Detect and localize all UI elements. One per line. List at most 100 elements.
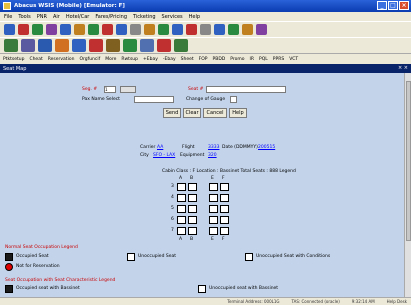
nav-sheet[interactable]: Sheet [181,57,194,62]
hotel-room-icon[interactable] [21,39,35,52]
column-footer-e: E [211,237,214,242]
carrier-value[interactable]: AA [157,145,163,150]
seat-6b[interactable] [188,216,197,224]
menu-air[interactable]: Air [53,14,60,20]
car-rental-icon[interactable] [89,39,103,52]
city-value[interactable]: SFO - LAX [153,153,175,158]
hotel-icon[interactable] [116,24,127,35]
menu-file[interactable]: File [4,14,12,20]
seat-6f[interactable] [220,216,229,224]
seat-3f[interactable] [220,183,229,191]
currency-icon[interactable] [158,24,169,35]
seat-3e[interactable] [209,183,218,191]
occupied-bassinet-icon [5,285,13,293]
clear-button[interactable]: Clear [183,108,201,118]
seat-7b[interactable] [188,227,197,235]
nav-reservation[interactable]: Reservation [48,57,75,62]
scrollbar-thumb[interactable] [406,81,411,241]
nav-cheat[interactable]: Cheat [29,57,42,62]
flag-icon[interactable] [242,24,253,35]
seat-4a[interactable] [177,194,186,202]
flight-value[interactable]: 3333 [208,145,219,150]
nav-ir[interactable]: IR [250,57,254,62]
nav-minus-ebay[interactable]: -Ebay [163,57,176,62]
pax-select[interactable] [134,96,174,103]
menu-hotel-car[interactable]: Hotel/Car [66,14,90,20]
nav-promo[interactable]: Promo [230,57,244,62]
nav-fop[interactable]: FOP [199,57,208,62]
unoccupied-seat-icon [127,253,135,261]
mail-icon[interactable] [200,24,211,35]
car-icon[interactable] [88,24,99,35]
status-help[interactable]: Help Desk [387,299,407,304]
seat-5a[interactable] [177,205,186,213]
flight-label: Flight [182,145,195,150]
nav-vct[interactable]: VCT [289,57,298,62]
search-icon[interactable] [74,24,85,35]
seg-input-extra[interactable] [120,86,136,93]
vertical-scrollbar[interactable] [404,73,411,297]
seat-input[interactable] [206,86,286,93]
menu-ticketing[interactable]: Ticketing [133,14,156,20]
seat-7e[interactable] [209,227,218,235]
cruise-icon[interactable] [140,39,154,52]
map-icon[interactable] [174,39,188,52]
nav-pprs[interactable]: PPRS [273,57,284,62]
panel-close-icon[interactable]: × × [398,65,408,71]
seg-input[interactable]: 1 [104,86,116,93]
nav-plus-ebay[interactable]: +Ebay [143,57,158,62]
chart-icon[interactable] [228,24,239,35]
help-button[interactable]: Help [229,108,247,118]
seat-4b[interactable] [188,194,197,202]
seat-6e[interactable] [209,216,218,224]
plane-icon[interactable] [102,24,113,35]
tool-icon[interactable] [46,24,57,35]
info-icon[interactable] [172,24,183,35]
nav-rwtsup[interactable]: Rwtsup [121,57,138,62]
luggage-icon[interactable] [55,39,69,52]
seat-5f[interactable] [220,205,229,213]
date-value[interactable]: 200515 [258,145,275,150]
settings-icon[interactable] [130,24,141,35]
key-icon[interactable] [256,24,267,35]
people-icon[interactable] [214,24,225,35]
menu-pnr[interactable]: PNR [37,14,47,20]
seat-7f[interactable] [220,227,229,235]
ticket-icon[interactable] [18,24,29,35]
cancel-button[interactable]: Cancel [203,108,227,118]
send-button[interactable]: Send [163,108,181,118]
calendar-icon[interactable] [186,24,197,35]
equipment-value[interactable]: 320 [208,153,217,158]
briefcase-icon[interactable] [106,39,120,52]
close-button[interactable]: × [399,1,409,10]
building-icon[interactable] [4,39,18,52]
seat-4e[interactable] [209,194,218,202]
nav-orgfuncif[interactable]: Orgfuncif [79,57,100,62]
maximize-button[interactable]: □ [388,1,398,10]
alert-icon[interactable] [157,39,171,52]
seat-7a[interactable] [177,227,186,235]
seat-3a[interactable] [177,183,186,191]
refresh-icon[interactable] [32,24,43,35]
nav-ptktsetup[interactable]: Ptktsetup [3,57,24,62]
menu-tools[interactable]: Tools [18,14,30,20]
gauge-checkbox[interactable] [230,96,237,103]
minimize-button[interactable]: _ [377,1,387,10]
menu-services[interactable]: Services [162,14,183,20]
menu-fares-pricing[interactable]: Fares/Pricing [95,14,127,20]
seat-6a[interactable] [177,216,186,224]
nav-more[interactable]: More [105,57,116,62]
seat-5b[interactable] [188,205,197,213]
nav-pql[interactable]: PQL [259,57,268,62]
nav-pbdd[interactable]: PBDD [213,57,226,62]
seat-4f[interactable] [220,194,229,202]
print-icon[interactable] [4,24,15,35]
airplane-icon[interactable] [38,39,52,52]
document-icon[interactable] [60,24,71,35]
globe-icon[interactable] [144,24,155,35]
seat-5e[interactable] [209,205,218,213]
passenger-icon[interactable] [123,39,137,52]
seat-3b[interactable] [188,183,197,191]
mountain-icon[interactable] [72,39,86,52]
menu-help[interactable]: Help [189,14,200,20]
